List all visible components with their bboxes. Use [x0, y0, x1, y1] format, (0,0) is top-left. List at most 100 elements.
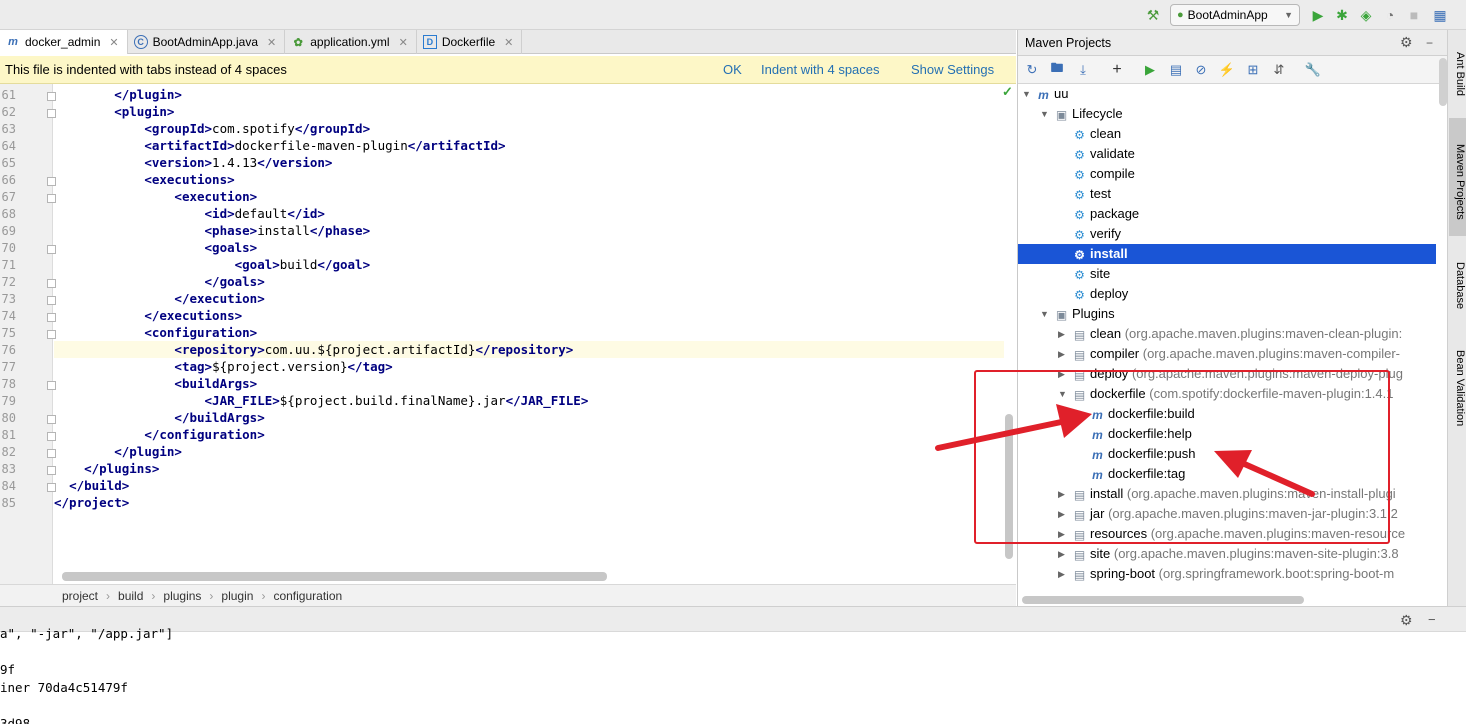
breadcrumb-item[interactable]: project — [62, 589, 98, 603]
tree-item-validate[interactable]: ⚙ validate — [1018, 144, 1436, 164]
code-line[interactable]: <JAR_FILE>${project.build.finalName}.jar… — [54, 392, 1004, 409]
tree-item-compile[interactable]: ⚙ compile — [1018, 164, 1436, 184]
chevron-right-icon[interactable]: ▶ — [1058, 324, 1068, 344]
breadcrumb-item[interactable]: plugins — [163, 589, 201, 603]
tree-item-clean[interactable]: ⚙ clean — [1018, 124, 1436, 144]
breadcrumb-item[interactable]: plugin — [221, 589, 253, 603]
generate-sources-icon[interactable]: 🖿 — [1048, 60, 1066, 79]
editor-horizontal-scrollbar[interactable] — [62, 572, 607, 581]
run-configuration-select[interactable]: ● BootAdminApp ▼ — [1170, 4, 1300, 26]
chevron-down-icon[interactable]: ▼ — [1022, 84, 1032, 104]
show-dependencies-icon[interactable]: ⊞ — [1244, 61, 1262, 79]
code-line[interactable]: <plugin> — [54, 103, 1004, 120]
code-line[interactable]: <configuration> — [54, 324, 1004, 341]
tree-item-text: install — [1090, 244, 1128, 264]
hide-panel-icon[interactable]: − — [1428, 612, 1436, 627]
tree-item-lifecycle[interactable]: ▼ ▣ Lifecycle — [1018, 104, 1436, 124]
wrench-icon[interactable]: 🔧 — [1304, 61, 1322, 79]
tree-item-compiler[interactable]: ▶ ▤ compiler (org.apache.maven.plugins:mav… — [1018, 344, 1436, 364]
code-line-text: <goal>build</goal> — [234, 257, 371, 272]
tab-dockerfile[interactable]: D Dockerfile ✕ — [417, 30, 523, 54]
side-tab-bean-validation[interactable]: Bean Validation — [1449, 350, 1466, 450]
code-line[interactable]: </project> — [54, 494, 1004, 511]
tab-bootadminapp[interactable]: C BootAdminApp.java ✕ — [128, 30, 286, 54]
code-line[interactable]: <artifactId>dockerfile-maven-plugin</art… — [54, 137, 1004, 154]
console-output[interactable]: a", "-jar", "/app.jar"] 9f iner 70da4c5147… — [0, 626, 1466, 724]
execute-goal-icon[interactable]: ⚡ — [1218, 61, 1236, 79]
stop-icon[interactable]: ■ — [1405, 6, 1423, 24]
code-line[interactable]: <buildArgs> — [54, 375, 1004, 392]
tree-item-plugins[interactable]: ▼ ▣ Plugins — [1018, 304, 1436, 324]
code-line[interactable]: <execution> — [54, 188, 1004, 205]
debug-icon[interactable]: ✱ — [1333, 6, 1351, 24]
tree-item-spring-boot[interactable]: ▶ ▤ spring-boot (org.springframework.boot:… — [1018, 564, 1436, 584]
code-line[interactable]: <phase>install</phase> — [54, 222, 1004, 239]
code-line[interactable]: </executions> — [54, 307, 1004, 324]
show-settings-link[interactable]: Show Settings — [911, 62, 994, 77]
breadcrumb-item[interactable]: configuration — [273, 589, 342, 603]
chevron-right-icon[interactable]: ▶ — [1058, 544, 1068, 564]
code-line[interactable]: <goals> — [54, 239, 1004, 256]
download-icon[interactable]: ⤓ — [1074, 61, 1092, 79]
project-structure-icon[interactable]: ▦ — [1431, 6, 1449, 24]
gear-icon[interactable]: ⚙ — [1400, 612, 1413, 629]
skip-tests-icon[interactable]: ⊘ — [1192, 61, 1210, 79]
run-goal-icon[interactable]: ▶ — [1141, 61, 1159, 79]
run-icon[interactable]: ▶ — [1309, 6, 1327, 24]
tree-item-deploy[interactable]: ⚙ deploy — [1018, 284, 1436, 304]
close-icon[interactable]: ✕ — [267, 36, 276, 49]
hide-panel-icon[interactable]: − — [1426, 36, 1433, 50]
close-icon[interactable]: ✕ — [399, 36, 408, 49]
tree-item-site[interactable]: ▶ ▤ site (org.apache.maven.plugins:maven-s… — [1018, 544, 1436, 564]
side-tab-maven-projects[interactable]: Maven Projects — [1449, 118, 1466, 236]
code-line[interactable]: <executions> — [54, 171, 1004, 188]
coverage-icon[interactable]: ◈ — [1357, 6, 1375, 24]
breadcrumb-item[interactable]: build — [118, 589, 143, 603]
chevron-right-icon[interactable]: ▶ — [1058, 564, 1068, 584]
tree-item-package[interactable]: ⚙ package — [1018, 204, 1436, 224]
code-line[interactable]: </plugins> — [54, 460, 1004, 477]
indent-with-spaces-link[interactable]: Indent with 4 spaces — [761, 62, 880, 77]
tab-application-yml[interactable]: ✿ application.yml ✕ — [285, 30, 417, 54]
code-line[interactable]: <id>default</id> — [54, 205, 1004, 222]
code-line[interactable]: </execution> — [54, 290, 1004, 307]
tree-item-test[interactable]: ⚙ test — [1018, 184, 1436, 204]
code-area[interactable]: </plugin> <plugin> <groupId>com.spotify<… — [54, 84, 1004, 584]
chevron-down-icon[interactable]: ▼ — [1040, 304, 1050, 324]
code-line[interactable]: <version>1.4.13</version> — [54, 154, 1004, 171]
code-line[interactable]: <repository>com.uu.${project.artifactId}… — [54, 341, 1004, 358]
add-icon[interactable]: + — [1108, 61, 1126, 79]
hammer-icon[interactable]: ⚒ — [1144, 6, 1162, 24]
side-tab-ant-build[interactable]: Ant Build — [1449, 52, 1466, 122]
profile-icon[interactable]: ◔ — [1381, 6, 1399, 24]
code-line[interactable]: <tag>${project.version}</tag> — [54, 358, 1004, 375]
tree-item-verify[interactable]: ⚙ verify — [1018, 224, 1436, 244]
tab-docker-admin[interactable]: m docker_admin ✕ — [0, 30, 128, 54]
code-line-text: <plugin> — [114, 104, 175, 119]
tree-item-install[interactable]: ⚙ install — [1018, 244, 1436, 264]
code-editor[interactable]: 61 62 63 64 65 66 67 68 69 70 71 72 73 74 75 76 77 78 79 80… — [0, 84, 1016, 584]
code-line[interactable]: </plugin> — [54, 443, 1004, 460]
tree-item-site[interactable]: ⚙ site — [1018, 264, 1436, 284]
chevron-right-icon[interactable]: ▶ — [1058, 344, 1068, 364]
close-icon[interactable]: ✕ — [504, 36, 513, 49]
gear-icon[interactable]: ⚙ — [1400, 34, 1413, 51]
code-line[interactable]: <goal>build</goal> — [54, 256, 1004, 273]
reimport-icon[interactable]: ↻ — [1023, 61, 1041, 79]
tree-item-uu[interactable]: ▼ m uu — [1018, 84, 1436, 104]
ok-link[interactable]: OK — [723, 62, 742, 77]
code-line[interactable]: <groupId>com.spotify</groupId> — [54, 120, 1004, 137]
close-icon[interactable]: ✕ — [109, 36, 118, 49]
code-line[interactable]: </buildArgs> — [54, 409, 1004, 426]
maven-horizontal-scrollbar[interactable] — [1022, 596, 1304, 604]
code-line[interactable]: </configuration> — [54, 426, 1004, 443]
collapse-all-icon[interactable]: ⇵ — [1270, 61, 1288, 79]
chevron-down-icon[interactable]: ▼ — [1040, 104, 1050, 124]
maven-vertical-scrollbar[interactable] — [1439, 58, 1447, 106]
code-line[interactable]: </goals> — [54, 273, 1004, 290]
side-tab-database[interactable]: Database — [1449, 262, 1466, 322]
code-line[interactable]: </build> — [54, 477, 1004, 494]
toggle-offline-icon[interactable]: ▤ — [1167, 61, 1185, 79]
tree-item-clean[interactable]: ▶ ▤ clean (org.apache.maven.plugins:maven-… — [1018, 324, 1436, 344]
code-line[interactable]: </plugin> — [54, 86, 1004, 103]
